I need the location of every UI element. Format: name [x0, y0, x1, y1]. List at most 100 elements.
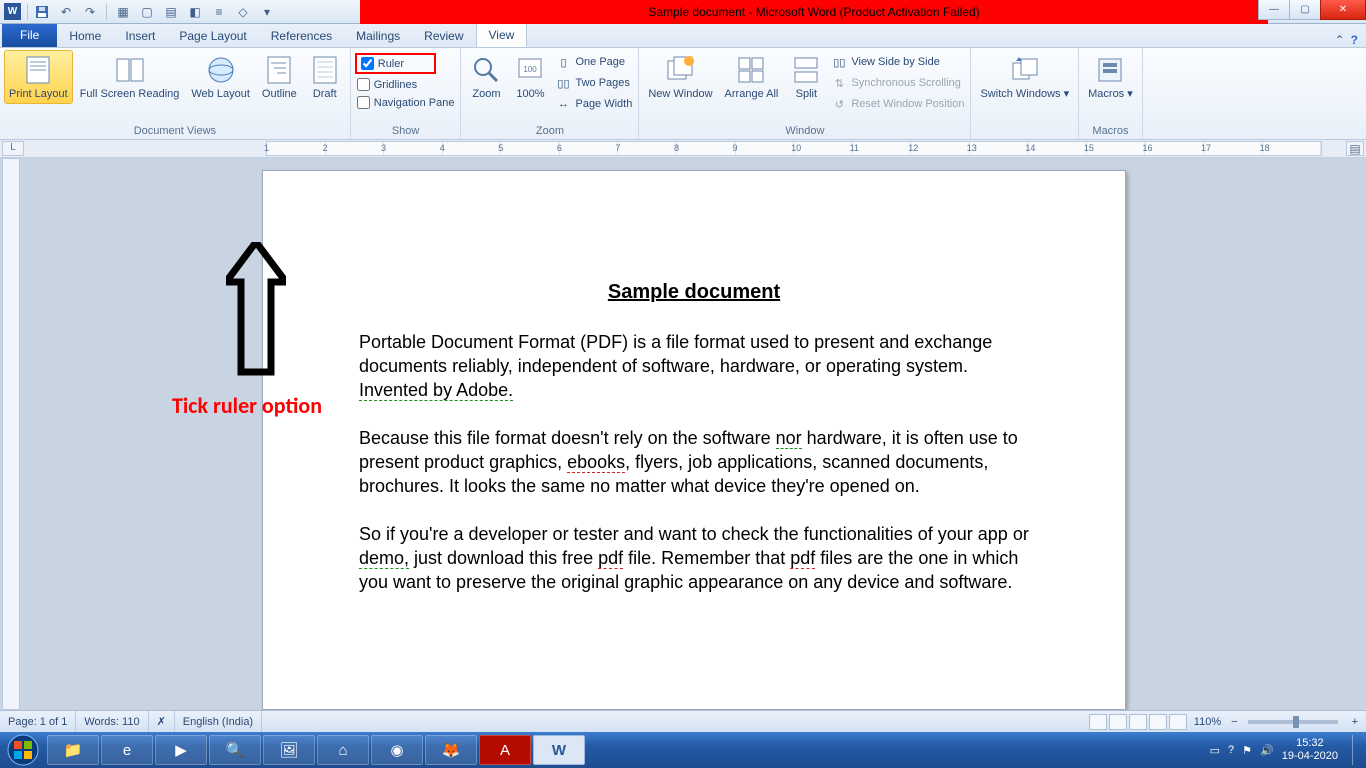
start-button[interactable]: [0, 732, 46, 768]
status-language[interactable]: English (India): [175, 711, 262, 733]
tray-battery-icon[interactable]: ▭: [1210, 744, 1220, 757]
arrange-all-icon: [735, 54, 767, 86]
taskbar-firefox-icon[interactable]: 🦊: [425, 735, 477, 765]
quick-access-toolbar: ↶ ↷ ▦ ▢ ▤ ◧ ≡ ◇ ▾: [30, 2, 279, 22]
ribbon-minimize-icon[interactable]: ⌃: [1335, 33, 1345, 47]
status-proofing[interactable]: ✗: [149, 711, 175, 733]
taskbar-adobe-icon[interactable]: A: [479, 735, 531, 765]
tray-flag-icon[interactable]: ⚑: [1242, 744, 1252, 757]
ruler-checkbox[interactable]: Ruler: [355, 53, 436, 74]
minimize-button[interactable]: —: [1258, 0, 1290, 20]
web-layout-button[interactable]: Web Layout: [186, 50, 255, 104]
qat-color-icon[interactable]: ◧: [185, 2, 205, 22]
tab-page-layout[interactable]: Page Layout: [167, 25, 258, 47]
qat-grid-icon[interactable]: ▦: [113, 2, 133, 22]
tab-references[interactable]: References: [259, 25, 344, 47]
status-page[interactable]: Page: 1 of 1: [0, 711, 76, 733]
zoom-slider[interactable]: [1248, 720, 1338, 724]
qat-table-icon[interactable]: ▤: [161, 2, 181, 22]
two-pages-button[interactable]: ▯▯Two Pages: [553, 74, 634, 92]
tray-help-icon[interactable]: ?: [1228, 744, 1234, 756]
tray-clock[interactable]: 15:32 19-04-2020: [1282, 737, 1338, 763]
paragraph-3: So if you're a developer or tester and w…: [359, 522, 1029, 594]
two-pages-icon: ▯▯: [555, 75, 571, 91]
taskbar-photos-icon[interactable]: 🖼: [263, 735, 315, 765]
taskbar-chrome-icon[interactable]: ◉: [371, 735, 423, 765]
show-desktop-button[interactable]: [1352, 735, 1362, 765]
undo-icon[interactable]: ↶: [56, 2, 76, 22]
taskbar: 📁 e ▶ 🔍 🖼 ⌂ ◉ 🦊 A W ▭ ? ⚑ 🔊 15:32 19-04-…: [0, 732, 1366, 768]
new-window-icon: [664, 54, 696, 86]
split-button[interactable]: Split: [785, 50, 827, 104]
gridlines-checkbox-input[interactable]: [357, 78, 370, 91]
group-window: New Window Arrange All Split ▯▯View Side…: [639, 48, 971, 139]
zoom-button[interactable]: Zoom: [465, 50, 507, 104]
paragraph-2: Because this file format doesn't rely on…: [359, 426, 1029, 498]
zoom-out-button[interactable]: −: [1227, 716, 1241, 728]
file-tab[interactable]: File: [2, 23, 57, 47]
tray-sound-icon[interactable]: 🔊: [1260, 744, 1274, 757]
page-width-button[interactable]: ↔Page Width: [553, 95, 634, 113]
full-screen-reading-button[interactable]: Full Screen Reading: [75, 50, 185, 104]
ruler-toggle-icon[interactable]: ▤: [1346, 141, 1364, 156]
ribbon: Print Layout Full Screen Reading Web Lay…: [0, 48, 1366, 140]
macros-button[interactable]: Macros ▾: [1083, 50, 1138, 104]
view-outline-icon[interactable]: [1149, 714, 1167, 730]
print-layout-button[interactable]: Print Layout: [4, 50, 73, 104]
switch-windows-button[interactable]: Switch Windows ▾: [975, 50, 1074, 104]
tab-selector[interactable]: L: [2, 141, 24, 156]
status-words[interactable]: Words: 110: [76, 711, 148, 733]
tab-view[interactable]: View: [476, 23, 528, 47]
taskbar-hp-icon[interactable]: ⌂: [317, 735, 369, 765]
view-side-by-side-button[interactable]: ▯▯View Side by Side: [829, 53, 966, 71]
taskbar-app-icon[interactable]: 🔍: [209, 735, 261, 765]
tab-review[interactable]: Review: [412, 25, 475, 47]
close-button[interactable]: ✕: [1320, 0, 1366, 20]
tab-mailings[interactable]: Mailings: [344, 25, 412, 47]
group-switch-windows: Switch Windows ▾: [971, 48, 1079, 139]
new-window-button[interactable]: New Window: [643, 50, 717, 104]
outline-button[interactable]: Outline: [257, 50, 302, 104]
hundred-percent-button[interactable]: 100 100%: [509, 50, 551, 104]
zoom-percent[interactable]: 110%: [1188, 716, 1227, 728]
redo-icon[interactable]: ↷: [80, 2, 100, 22]
proofing-icon: ✗: [157, 715, 166, 728]
taskbar-media-player-icon[interactable]: ▶: [155, 735, 207, 765]
view-draft-icon[interactable]: [1169, 714, 1187, 730]
ruler-checkbox-input[interactable]: [361, 57, 374, 70]
nav-pane-checkbox-input[interactable]: [357, 96, 370, 109]
one-page-button[interactable]: ▯One Page: [553, 53, 634, 71]
document-title: Sample document: [359, 281, 1029, 304]
help-icon[interactable]: ?: [1351, 33, 1358, 47]
horizontal-ruler[interactable]: 123456789101112131415161718: [266, 141, 1322, 156]
view-full-screen-icon[interactable]: [1109, 714, 1127, 730]
taskbar-ie-icon[interactable]: e: [101, 735, 153, 765]
qat-shape-icon[interactable]: ◇: [233, 2, 253, 22]
title-bar: W ↶ ↷ ▦ ▢ ▤ ◧ ≡ ◇ ▾ Sample document - Mi…: [0, 0, 1366, 24]
tab-insert[interactable]: Insert: [113, 25, 167, 47]
zoom-in-button[interactable]: +: [1344, 716, 1366, 728]
gridlines-checkbox[interactable]: Gridlines: [355, 77, 419, 92]
tab-home[interactable]: Home: [57, 25, 113, 47]
title-text: Sample document - Microsoft Word (Produc…: [360, 0, 1268, 24]
group-show: Ruler Gridlines Navigation Pane Show: [351, 48, 462, 139]
macros-icon: [1094, 54, 1126, 86]
vertical-ruler[interactable]: [2, 158, 20, 710]
taskbar-word-icon[interactable]: W: [533, 735, 585, 765]
annotation-arrow-icon: [226, 242, 286, 392]
taskbar-explorer-icon[interactable]: 📁: [47, 735, 99, 765]
outline-icon: [263, 54, 295, 86]
view-web-layout-icon[interactable]: [1129, 714, 1147, 730]
arrange-all-button[interactable]: Arrange All: [720, 50, 784, 104]
group-zoom: Zoom 100 100% ▯One Page ▯▯Two Pages ↔Pag…: [461, 48, 639, 139]
qat-more-icon[interactable]: ▾: [257, 2, 277, 22]
qat-align-icon[interactable]: ≡: [209, 2, 229, 22]
save-icon[interactable]: [32, 2, 52, 22]
group-label: [975, 124, 1074, 139]
draft-button[interactable]: Draft: [304, 50, 346, 104]
view-print-layout-icon[interactable]: [1089, 714, 1107, 730]
qat-borders-icon[interactable]: ▢: [137, 2, 157, 22]
navigation-pane-checkbox[interactable]: Navigation Pane: [355, 95, 457, 110]
ribbon-tabs: File Home Insert Page Layout References …: [0, 24, 1366, 48]
maximize-button[interactable]: ▢: [1289, 0, 1321, 20]
